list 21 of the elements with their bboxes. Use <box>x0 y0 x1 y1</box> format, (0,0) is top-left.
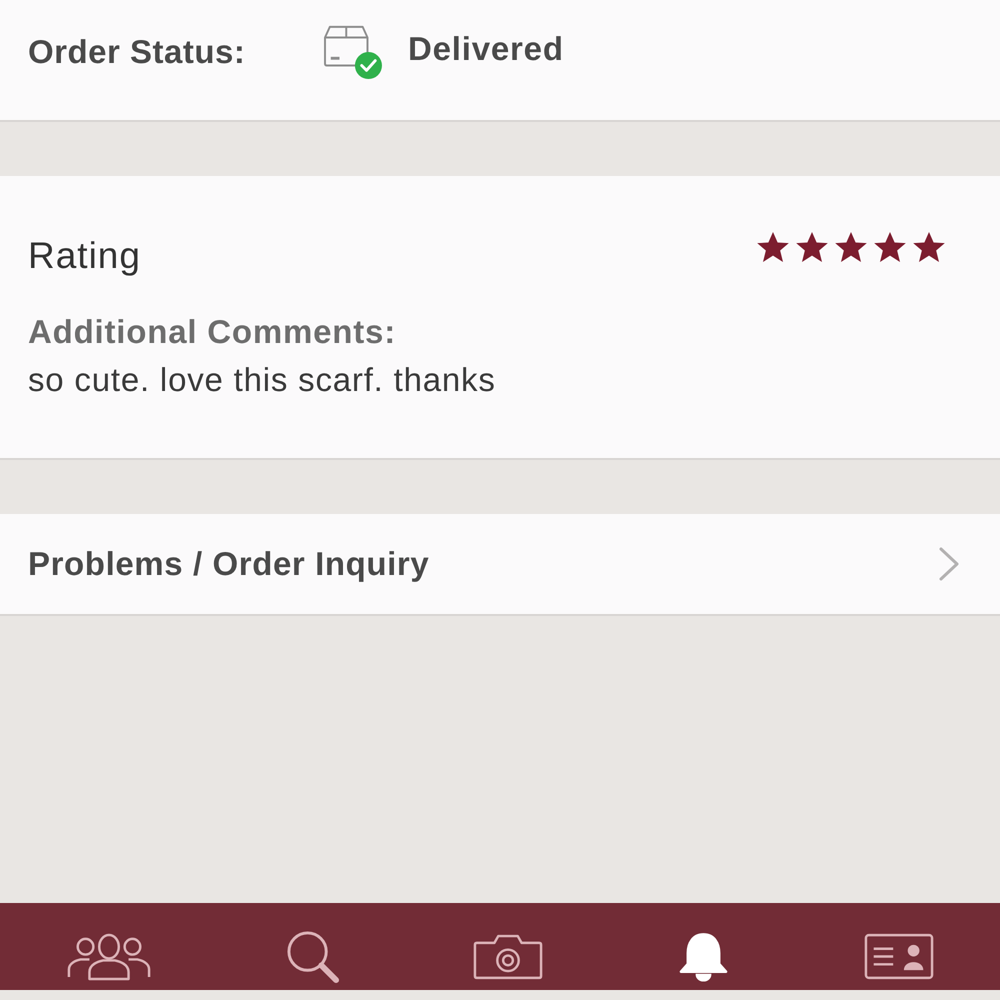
star-icon <box>835 232 867 262</box>
star-icon <box>796 232 828 262</box>
star-icon <box>913 232 945 262</box>
order-inquiry-item[interactable]: Problems / Order Inquiry <box>0 514 1000 616</box>
star-icon <box>757 232 789 262</box>
camera-icon <box>472 933 543 980</box>
people-icon <box>66 932 152 981</box>
comment-text: so cute. love this scarf. thanks <box>28 361 496 399</box>
people-tab[interactable] <box>66 932 152 981</box>
rating-title: Rating <box>28 236 141 276</box>
id-card-icon <box>864 933 934 980</box>
chevron-right-icon <box>938 546 960 582</box>
search-tab[interactable] <box>285 929 340 984</box>
search-icon <box>285 929 340 984</box>
order-status-value: Delivered <box>408 30 564 68</box>
card-tab[interactable] <box>864 933 934 980</box>
order-status-label: Order Status: <box>28 33 246 71</box>
box-check-icon <box>323 24 383 80</box>
camera-tab[interactable] <box>472 933 543 980</box>
comments-label: Additional Comments: <box>28 313 396 351</box>
star-icon <box>874 232 906 262</box>
